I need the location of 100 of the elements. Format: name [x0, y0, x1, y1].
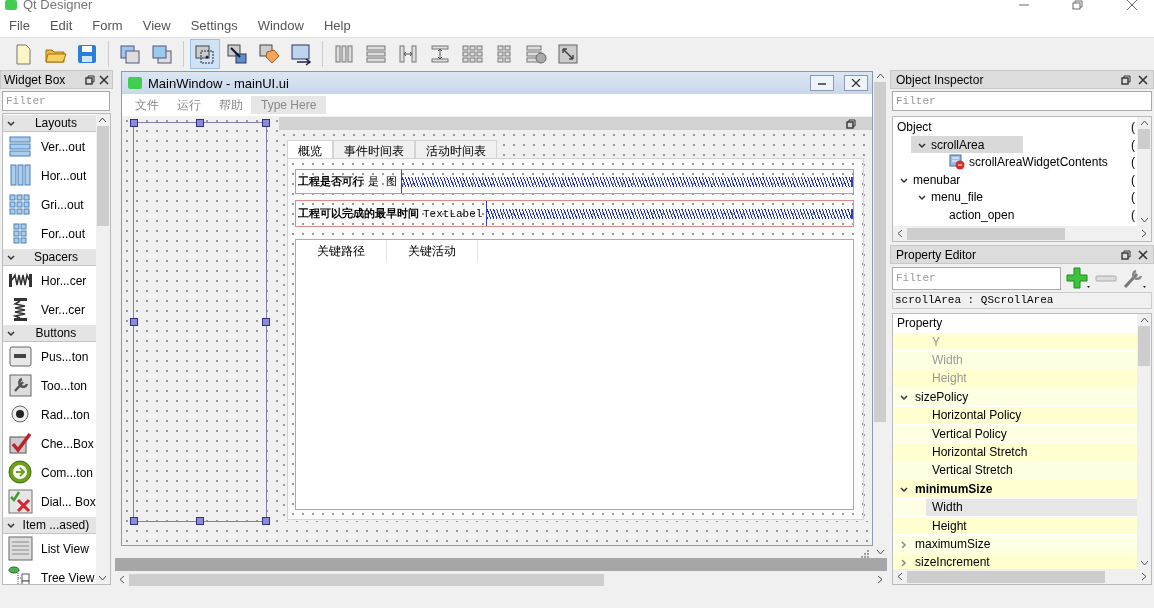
widget-item[interactable]: Tree View — [41, 570, 95, 584]
menu-item[interactable]: Window — [257, 17, 304, 33]
tree-item[interactable]: menu_file — [911, 188, 988, 206]
scroll-right-icon[interactable] — [877, 575, 883, 584]
widget-item[interactable]: List View — [41, 541, 89, 556]
restore-icon[interactable] — [1072, 0, 1084, 10]
scroll-left-icon[interactable] — [118, 575, 125, 584]
scroll-up-icon[interactable] — [1139, 120, 1149, 126]
filter-field[interactable]: Filter — [892, 91, 1152, 111]
horizontal-scrollbar[interactable] — [893, 569, 1151, 584]
menu-item[interactable]: 文件 — [135, 96, 159, 114]
column-header[interactable]: ( — [1131, 119, 1137, 134]
resize-handle[interactable] — [196, 119, 204, 127]
menu-item[interactable]: Settings — [190, 17, 238, 33]
float-icon[interactable] — [1121, 249, 1131, 260]
menu-item[interactable]: Edit — [49, 17, 73, 33]
scrollbar-thumb[interactable] — [96, 126, 109, 226]
vertical-scrollbar[interactable] — [1137, 314, 1151, 569]
column-header[interactable]: Object — [893, 119, 1131, 134]
tree-item[interactable]: menubar — [893, 171, 965, 189]
category-header[interactable]: Buttons — [3, 324, 96, 342]
scrollbar-thumb[interactable] — [907, 570, 1105, 583]
close-icon[interactable] — [1138, 249, 1148, 260]
chevron-down-icon[interactable] — [899, 392, 909, 401]
menu-item[interactable]: View — [142, 17, 171, 33]
resize-handle[interactable] — [130, 318, 138, 326]
category-header[interactable]: Item ...ased) — [3, 516, 96, 534]
tree-item[interactable]: scrollAreaWidgetContents — [929, 153, 1112, 171]
scroll-right-icon[interactable] — [1141, 229, 1147, 238]
widget-item[interactable]: Ver...out — [41, 139, 86, 154]
scroll-down-icon[interactable] — [98, 575, 108, 581]
scroll-left-icon[interactable] — [897, 229, 903, 238]
category-header[interactable]: Spacers — [3, 248, 96, 266]
widget-item[interactable]: Rad...ton — [41, 407, 90, 422]
add-button[interactable] — [1065, 266, 1091, 290]
chevron-down-icon[interactable] — [899, 175, 909, 184]
close-icon[interactable] — [1138, 74, 1148, 85]
property-row[interactable]: Horizontal Policy — [893, 406, 1137, 424]
close-icon[interactable] — [1126, 0, 1138, 10]
menu-item[interactable]: Form — [92, 17, 123, 33]
close-icon[interactable] — [98, 74, 109, 85]
scroll-up-icon[interactable] — [1139, 317, 1149, 323]
menu-item[interactable]: File — [9, 17, 30, 33]
scrollbar-thumb[interactable] — [1138, 129, 1150, 149]
float-icon[interactable] — [846, 118, 856, 129]
widget-item[interactable]: Ver...cer — [41, 302, 86, 317]
resize-handle[interactable] — [262, 318, 270, 326]
scroll-down-icon[interactable] — [1139, 560, 1149, 566]
menu-item[interactable]: 帮助 — [219, 96, 243, 114]
column-header[interactable]: Property — [893, 314, 1137, 333]
scroll-left-icon[interactable] — [897, 572, 903, 581]
vertical-scrollbar[interactable] — [95, 114, 110, 584]
chevron-right-icon[interactable] — [899, 558, 909, 567]
property-row[interactable]: Height — [893, 516, 1137, 535]
widget-item[interactable]: Che...Box — [41, 436, 94, 451]
property-row[interactable]: maximumSize — [893, 535, 1137, 553]
widget-item[interactable]: Hor...out — [41, 168, 87, 183]
category-header[interactable]: Layouts — [3, 114, 96, 132]
chevron-down-icon[interactable] — [899, 484, 909, 493]
scrollbar-thumb[interactable] — [1138, 326, 1150, 366]
tree-item[interactable]: scrollArea — [911, 136, 1023, 154]
resize-handle[interactable] — [130, 517, 138, 525]
resize-handle[interactable] — [262, 119, 270, 127]
filter-field[interactable]: Filter — [2, 91, 110, 111]
minimize-button[interactable] — [810, 75, 834, 91]
property-row[interactable]: Vertical Policy — [893, 424, 1137, 443]
property-row[interactable]: minimumSize — [893, 480, 1137, 498]
tab[interactable]: 活动时间表 — [415, 140, 497, 158]
resize-handle[interactable] — [130, 119, 138, 127]
column-header[interactable]: 关键活动 — [387, 240, 478, 262]
vertical-scrollbar[interactable] — [1137, 117, 1151, 226]
scroll-down-icon[interactable] — [875, 549, 885, 555]
close-button[interactable] — [844, 75, 868, 91]
float-icon[interactable] — [1121, 74, 1131, 85]
menu-item[interactable]: Help — [323, 17, 351, 33]
column-header[interactable]: 关键路径 — [296, 240, 387, 262]
widget-item[interactable]: For...out — [41, 226, 86, 241]
resize-handle[interactable] — [262, 517, 270, 525]
scroll-right-icon[interactable] — [1141, 572, 1147, 581]
widget-item[interactable]: Dial... Box — [41, 494, 96, 509]
tab[interactable]: 事件时间表 — [333, 140, 415, 158]
property-row[interactable]: Vertical Stretch — [893, 461, 1137, 480]
selected-widget[interactable] — [133, 122, 267, 522]
scroll-down-icon[interactable] — [1139, 217, 1149, 223]
widget-item[interactable]: Gri...out — [41, 197, 84, 212]
widget-item[interactable]: Too...ton — [41, 378, 88, 393]
tab[interactable]: 概览 — [287, 140, 333, 158]
widget-item[interactable]: Pus...ton — [41, 349, 89, 364]
horizontal-scrollbar[interactable] — [893, 226, 1151, 241]
scrollbar-thumb[interactable] — [874, 82, 886, 422]
widget-item[interactable]: Com...ton — [41, 465, 94, 480]
property-row[interactable]: sizeIncrement — [893, 553, 1137, 569]
property-row[interactable]: sizePolicy — [893, 388, 1137, 406]
widget-item[interactable]: Hor...cer — [41, 273, 87, 288]
scrollbar-thumb[interactable] — [907, 227, 1065, 240]
property-row[interactable]: Horizontal Stretch — [893, 443, 1137, 461]
scroll-up-icon[interactable] — [875, 73, 885, 79]
chevron-down-icon[interactable] — [917, 140, 927, 149]
float-icon[interactable] — [84, 74, 95, 85]
chevron-down-icon[interactable] — [917, 193, 927, 202]
